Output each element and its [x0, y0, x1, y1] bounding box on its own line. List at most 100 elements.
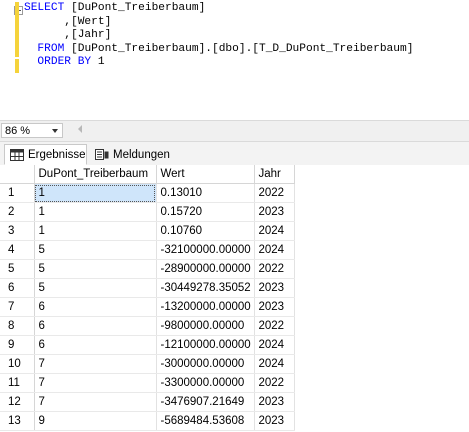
- sql-code[interactable]: SELECT [DuPont_Treiberbaum] ,[Wert] ,[Ja…: [24, 2, 413, 70]
- scroll-left-icon[interactable]: [78, 125, 82, 133]
- table-cell[interactable]: 7: [34, 373, 157, 393]
- change-marker: [15, 59, 19, 73]
- code-line: ,[Wert]: [24, 16, 413, 30]
- table-cell[interactable]: 2023: [254, 411, 295, 431]
- table-cell[interactable]: 2024: [254, 354, 295, 374]
- tab-results[interactable]: Ergebnisse: [4, 144, 87, 165]
- table-cell[interactable]: -3300000.00000: [156, 373, 255, 393]
- row-number[interactable]: 7: [0, 297, 35, 317]
- code-line: FROM [DuPont_Treiberbaum].[dbo].[T_D_DuP…: [24, 43, 413, 57]
- table-cell[interactable]: 2024: [254, 240, 295, 260]
- table-row[interactable]: 9 6 -12100000.00000 2024: [0, 335, 295, 355]
- table-cell[interactable]: 7: [34, 354, 157, 374]
- table-cell[interactable]: -30449278.35052: [156, 278, 255, 298]
- table-cell[interactable]: 2023: [254, 202, 295, 222]
- table-cell[interactable]: 6: [34, 297, 157, 317]
- table-cell[interactable]: -32100000.00000: [156, 240, 255, 260]
- grid-results-icon: [10, 148, 24, 161]
- table-cell[interactable]: 1: [34, 202, 157, 222]
- tab-messages[interactable]: Meldungen: [90, 144, 172, 165]
- table-row[interactable]: 1 1 0.13010 2022: [0, 183, 295, 203]
- table-row[interactable]: 2 1 0.15720 2023: [0, 202, 295, 222]
- table-cell[interactable]: 5: [34, 259, 157, 279]
- table-cell[interactable]: 1: [34, 183, 157, 203]
- table-cell[interactable]: 0.15720: [156, 202, 255, 222]
- grid-header-row: DuPont_Treiberbaum Wert Jahr: [0, 165, 295, 184]
- table-cell[interactable]: 0.13010: [156, 183, 255, 203]
- table-cell[interactable]: 0.10760: [156, 221, 255, 241]
- editor-gutter: [0, 0, 14, 120]
- table-cell[interactable]: 2024: [254, 221, 295, 241]
- row-number[interactable]: 10: [0, 354, 35, 374]
- table-cell[interactable]: -13200000.00000: [156, 297, 255, 317]
- row-number-header[interactable]: [0, 165, 35, 184]
- sql-text: ,[Wert]: [24, 15, 112, 28]
- table-row[interactable]: 3 1 0.10760 2024: [0, 221, 295, 241]
- results-tab-bar: Ergebnisse Meldungen: [0, 142, 469, 166]
- table-row[interactable]: 7 6 -13200000.00000 2023: [0, 297, 295, 317]
- row-number[interactable]: 11: [0, 373, 35, 393]
- row-number[interactable]: 5: [0, 259, 35, 279]
- table-cell[interactable]: 5: [34, 278, 157, 298]
- row-number[interactable]: 12: [0, 392, 35, 412]
- row-number[interactable]: 13: [0, 411, 35, 431]
- table-cell[interactable]: -3000000.00000: [156, 354, 255, 374]
- row-number[interactable]: 1: [0, 183, 35, 203]
- tab-messages-label: Meldungen: [113, 148, 170, 161]
- table-cell[interactable]: 2023: [254, 392, 295, 412]
- results-grid[interactable]: DuPont_Treiberbaum Wert Jahr 1 1 0.13010 20…: [0, 165, 469, 432]
- code-line: ORDER BY 1: [24, 56, 413, 70]
- row-number[interactable]: 3: [0, 221, 35, 241]
- table-cell[interactable]: 5: [34, 240, 157, 260]
- sql-keyword: FROM: [24, 42, 65, 55]
- table-cell[interactable]: 7: [34, 392, 157, 412]
- table-row[interactable]: 4 5 -32100000.00000 2024: [0, 240, 295, 260]
- table-cell[interactable]: 2022: [254, 373, 295, 393]
- table-cell[interactable]: -28900000.00000: [156, 259, 255, 279]
- table-cell[interactable]: 2023: [254, 278, 295, 298]
- table-cell[interactable]: -3476907.21649: [156, 392, 255, 412]
- zoom-select[interactable]: 86 %: [1, 123, 63, 138]
- column-header[interactable]: DuPont_Treiberbaum: [34, 165, 157, 184]
- table-cell[interactable]: 9: [34, 411, 157, 431]
- table-cell[interactable]: -12100000.00000: [156, 335, 255, 355]
- tab-results-label: Ergebnisse: [28, 148, 86, 161]
- table-cell[interactable]: -9800000.00000: [156, 316, 255, 336]
- table-cell[interactable]: 2022: [254, 183, 295, 203]
- row-number[interactable]: 8: [0, 316, 35, 336]
- table-cell[interactable]: -5689484.53608: [156, 411, 255, 431]
- code-line: ,[Jahr]: [24, 29, 413, 43]
- column-header[interactable]: Wert: [156, 165, 255, 184]
- row-number[interactable]: 6: [0, 278, 35, 298]
- sql-editor[interactable]: SELECT [DuPont_Treiberbaum] ,[Wert] ,[Ja…: [0, 0, 469, 120]
- table-cell[interactable]: 2022: [254, 316, 295, 336]
- table-row[interactable]: 6 5 -30449278.35052 2023: [0, 278, 295, 298]
- table-cell[interactable]: 2023: [254, 297, 295, 317]
- table-row[interactable]: 8 6 -9800000.00000 2022: [0, 316, 295, 336]
- table-cell[interactable]: 6: [34, 316, 157, 336]
- table-row[interactable]: 12 7 -3476907.21649 2023: [0, 392, 295, 412]
- sql-keyword: ORDER BY: [24, 56, 92, 69]
- row-number[interactable]: 9: [0, 335, 35, 355]
- chevron-down-icon: [52, 129, 58, 133]
- table-cell[interactable]: 1: [34, 221, 157, 241]
- table-row[interactable]: 11 7 -3300000.00000 2022: [0, 373, 295, 393]
- change-marker: [15, 2, 19, 57]
- sql-keyword: SELECT: [24, 2, 65, 14]
- table-row[interactable]: 13 9 -5689484.53608 2023: [0, 411, 295, 431]
- table-cell[interactable]: 2022: [254, 259, 295, 279]
- table-row[interactable]: 10 7 -3000000.00000 2024: [0, 354, 295, 374]
- column-header[interactable]: Jahr: [254, 165, 295, 184]
- sql-text: 1: [91, 56, 105, 69]
- sql-text: [DuPont_Treiberbaum]: [64, 2, 206, 14]
- table-row[interactable]: 5 5 -28900000.00000 2022: [0, 259, 295, 279]
- table-cell[interactable]: 2024: [254, 335, 295, 355]
- code-line: SELECT [DuPont_Treiberbaum]: [24, 2, 413, 16]
- sql-text: ,[Jahr]: [24, 29, 112, 42]
- zoom-bar: 86 %: [0, 120, 469, 142]
- sql-text: [DuPont_Treiberbaum].[dbo].[T_D_DuPont_T…: [64, 42, 414, 55]
- messages-icon: [95, 148, 109, 161]
- table-cell[interactable]: 6: [34, 335, 157, 355]
- row-number[interactable]: 4: [0, 240, 35, 260]
- row-number[interactable]: 2: [0, 202, 35, 222]
